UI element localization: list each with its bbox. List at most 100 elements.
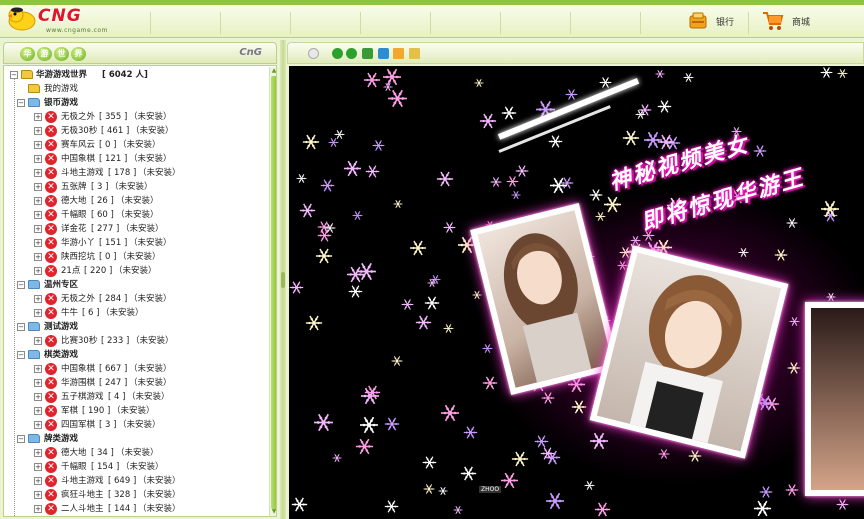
expand-icon[interactable]: +: [34, 449, 42, 457]
snowflake-icon: [352, 210, 363, 221]
home-dot-icon[interactable]: [308, 48, 319, 59]
tree-group[interactable]: − 测试游戏: [4, 320, 266, 334]
expand-icon[interactable]: +: [34, 309, 42, 317]
expand-icon[interactable]: +: [34, 379, 42, 387]
tree-game-item[interactable]: + ✕ 斗地主游戏 [ 178 ] （未安装）: [4, 166, 266, 180]
expand-icon[interactable]: +: [34, 295, 42, 303]
expand-icon[interactable]: +: [34, 127, 42, 135]
snowflake-icon: [787, 362, 801, 374]
tree-group[interactable]: − 银币游戏: [4, 96, 266, 110]
expand-icon[interactable]: +: [34, 141, 42, 149]
expand-icon[interactable]: +: [34, 169, 42, 177]
refresh-icon[interactable]: [362, 48, 373, 59]
promo-banner[interactable]: 神秘视频美女 即将惊现华游王 ZHOO: [289, 66, 864, 519]
game-name: 无极之外: [61, 112, 96, 122]
expand-icon[interactable]: +: [34, 463, 42, 471]
scroll-down-icon[interactable]: ▼: [270, 508, 276, 516]
snowflake-icon: [438, 486, 448, 496]
collapse-icon[interactable]: −: [17, 323, 25, 331]
site-logo[interactable]: CNG www.cngame.com: [6, 5, 136, 35]
expand-icon[interactable]: +: [34, 225, 42, 233]
tree-game-item[interactable]: + ✕ 德大地 [ 34 ] （未安装）: [4, 446, 266, 460]
tree-game-item[interactable]: + ✕ 德大地 [ 26 ] （未安装）: [4, 194, 266, 208]
collapse-icon[interactable]: −: [17, 435, 25, 443]
snowflake-icon: [296, 173, 307, 184]
tree-game-item[interactable]: + ✕ 五张牌 [ 3 ] （未安装）: [4, 180, 266, 194]
collapse-icon[interactable]: −: [17, 281, 25, 289]
splitter-handle[interactable]: [281, 272, 285, 288]
expand-icon[interactable]: +: [34, 491, 42, 499]
tree-game-item[interactable]: + ✕ 详金花 [ 277 ] （未安装）: [4, 222, 266, 236]
collapse-icon[interactable]: −: [17, 351, 25, 359]
tree-group[interactable]: − 温州专区: [4, 278, 266, 292]
back-icon[interactable]: [332, 48, 343, 59]
expand-icon[interactable]: +: [34, 477, 42, 485]
scroll-up-icon[interactable]: ▲: [270, 67, 276, 75]
snowflake-icon: [409, 240, 427, 256]
tree-game-item[interactable]: + ✕ 五子棋游戏 [ 4 ] （未安装）: [4, 390, 266, 404]
vertical-scrollbar[interactable]: ▲ ▼: [269, 67, 276, 516]
tree-game-item[interactable]: + ✕ 无极之外[ 284 ] （未安装）: [4, 292, 266, 306]
nav-divider: [570, 12, 571, 34]
expand-icon[interactable]: +: [34, 211, 42, 219]
expand-icon[interactable]: +: [34, 267, 42, 275]
scrollbar-thumb[interactable]: [271, 76, 276, 509]
edit-icon[interactable]: [409, 48, 420, 59]
duck-mascot-icon: [8, 7, 36, 31]
tree-game-item[interactable]: + ✕ 中国象棋[ 667 ] （未安装）: [4, 362, 266, 376]
expand-icon[interactable]: +: [34, 407, 42, 415]
expand-icon[interactable]: +: [34, 155, 42, 163]
tree-game-item[interactable]: + ✕ 牛牛[ 6 ] （未安装）: [4, 306, 266, 320]
snowflake-icon: [785, 484, 799, 496]
stop-icon[interactable]: [378, 48, 389, 59]
tree-game-item[interactable]: + ✕ 千幅眼 [ 60 ] （未安装）: [4, 208, 266, 222]
expand-icon[interactable]: +: [34, 113, 42, 121]
tree-game-item[interactable]: + ✕ 华游小丫[ 151 ] （未安装）: [4, 236, 266, 250]
tree-game-item[interactable]: + ✕ 赛车风云[ 0 ] （未安装）: [4, 138, 266, 152]
tree-game-item[interactable]: + ✕ 疯狂斗地主 [ 328 ] （未安装）: [4, 488, 266, 502]
snowflake-icon: [571, 400, 587, 414]
tree-item-my-games[interactable]: 我的游戏: [4, 82, 266, 96]
install-status: （未安装）: [131, 126, 174, 136]
tree-game-item[interactable]: + ✕ 无极之外[ 355 ] （未安装）: [4, 110, 266, 124]
expand-icon[interactable]: +: [34, 337, 42, 345]
tree-root[interactable]: − 华游游戏世界[ 6042 人]: [4, 68, 266, 82]
tree-group[interactable]: − 棋类游戏: [4, 348, 266, 362]
expand-icon[interactable]: +: [34, 253, 42, 261]
expand-icon[interactable]: +: [34, 239, 42, 247]
tree-game-item[interactable]: + ✕ 无极30秒[ 461 ] （未安装）: [4, 124, 266, 138]
forward-icon[interactable]: [346, 48, 357, 59]
tree-game-item[interactable]: + ✕ 斗地主游戏 [ 649 ] （未安装）: [4, 474, 266, 488]
game-name: 中国象棋: [61, 364, 96, 374]
expand-icon[interactable]: +: [34, 421, 42, 429]
tree-game-item[interactable]: + ✕ 21点[ 220 ] （未安装）: [4, 264, 266, 278]
install-status: （未安装）: [118, 420, 161, 430]
expand-icon[interactable]: +: [34, 393, 42, 401]
tree-game-item[interactable]: + ✕ 陕西挖坑[ 0 ] （未安装）: [4, 250, 266, 264]
expand-icon[interactable]: +: [34, 365, 42, 373]
collapse-icon[interactable]: −: [17, 99, 25, 107]
snowflake-icon: [511, 451, 529, 467]
tree-game-item[interactable]: + ✕ 军棋[ 190 ] （未安装）: [4, 404, 266, 418]
tree-game-item[interactable]: + ✕ 华游围棋[ 247 ] （未安装）: [4, 376, 266, 390]
portrait-icon: [629, 275, 742, 444]
bank-button[interactable]: 银行: [688, 10, 734, 32]
tree-game-item[interactable]: + ✕ 二人斗地主 [ 144 ] （未安装）: [4, 502, 266, 516]
panel-splitter[interactable]: [280, 40, 286, 519]
tree-game-item[interactable]: + ✕ 中国象棋[ 121 ] （未安装）: [4, 152, 266, 166]
install-status: （未安装）: [129, 364, 172, 374]
expand-icon[interactable]: +: [34, 505, 42, 513]
expand-icon[interactable]: +: [34, 183, 42, 191]
tree-group[interactable]: − 牌类游戏: [4, 432, 266, 446]
photo-content: [596, 252, 782, 452]
snowflake-icon: [474, 78, 484, 88]
title-char: 游: [37, 47, 52, 61]
tree-game-item[interactable]: + ✕ 比赛30秒[ 233 ] （未安装）: [4, 334, 266, 348]
shop-button[interactable]: 商城: [762, 10, 810, 32]
tree-group-label: 棋类游戏: [44, 350, 79, 360]
tree-group-label: 测试游戏: [44, 322, 79, 332]
home-icon[interactable]: [393, 48, 404, 59]
tree-game-item[interactable]: + ✕ 四国军棋[ 3 ] （未安装）: [4, 418, 266, 432]
tree-game-item[interactable]: + ✕ 千幅眼 [ 154 ] （未安装）: [4, 460, 266, 474]
expand-icon[interactable]: +: [34, 197, 42, 205]
